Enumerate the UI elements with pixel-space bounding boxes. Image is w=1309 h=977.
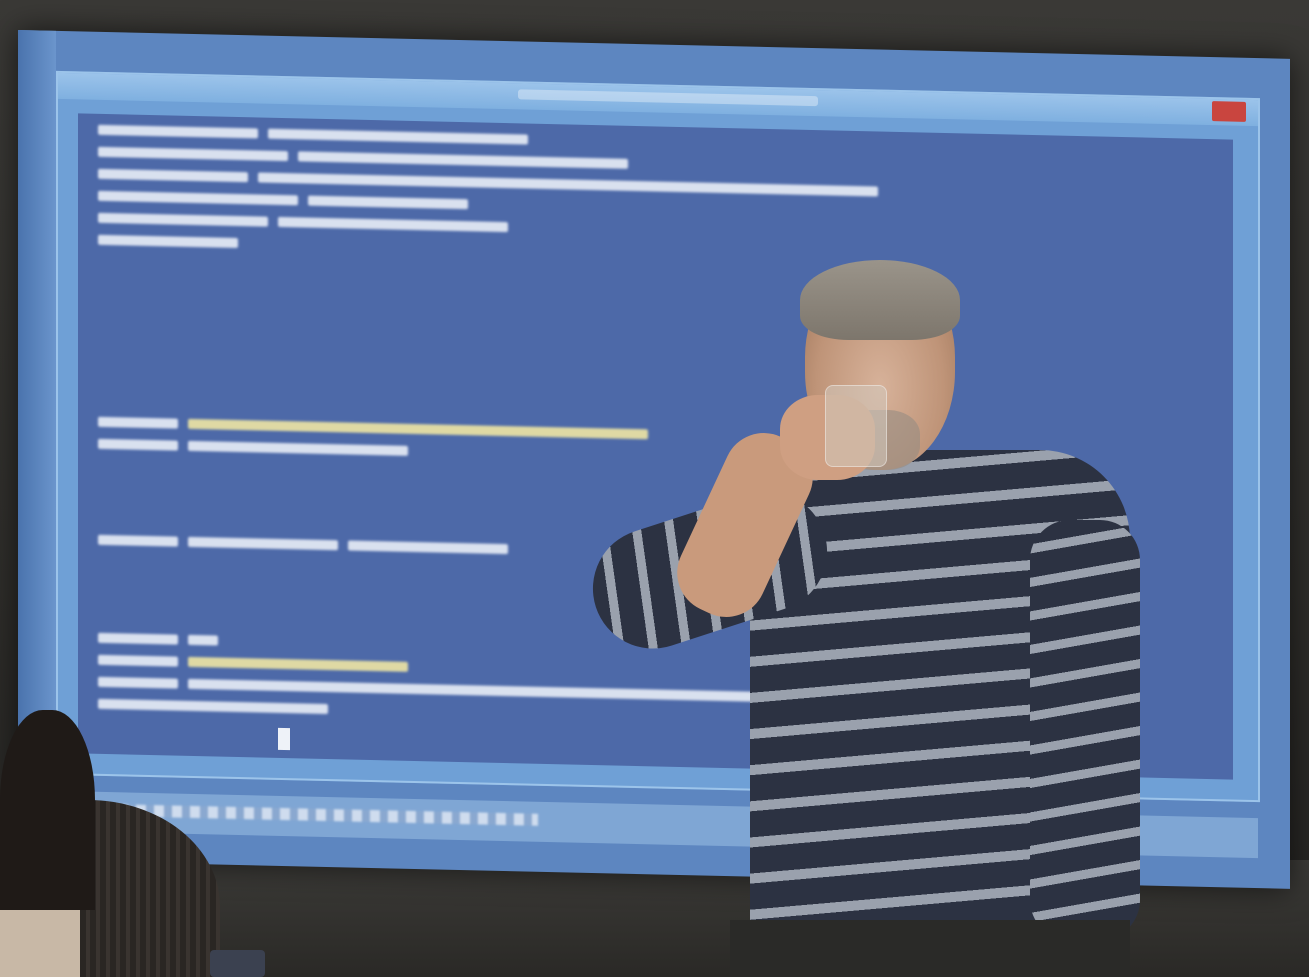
phone (210, 950, 265, 977)
presenter-trousers (730, 920, 1130, 977)
presenter (577, 260, 1150, 977)
console-line (98, 210, 518, 234)
console-line (98, 414, 658, 441)
audience-head (0, 710, 95, 910)
taskbar-icons (118, 804, 538, 826)
console-line (98, 630, 228, 647)
console-line (98, 232, 248, 249)
console-line (98, 532, 518, 556)
console-line (98, 122, 538, 146)
window-title (518, 89, 818, 107)
close-button[interactable] (1212, 101, 1246, 122)
console-line (98, 144, 638, 170)
console-line (98, 696, 338, 715)
console-line (98, 652, 418, 673)
console-line (98, 436, 418, 457)
console-cursor (278, 727, 290, 751)
console-line (98, 188, 478, 211)
presenter-hair (800, 260, 960, 340)
presenter-right-arm (1030, 520, 1140, 940)
drinking-glass (825, 385, 887, 467)
